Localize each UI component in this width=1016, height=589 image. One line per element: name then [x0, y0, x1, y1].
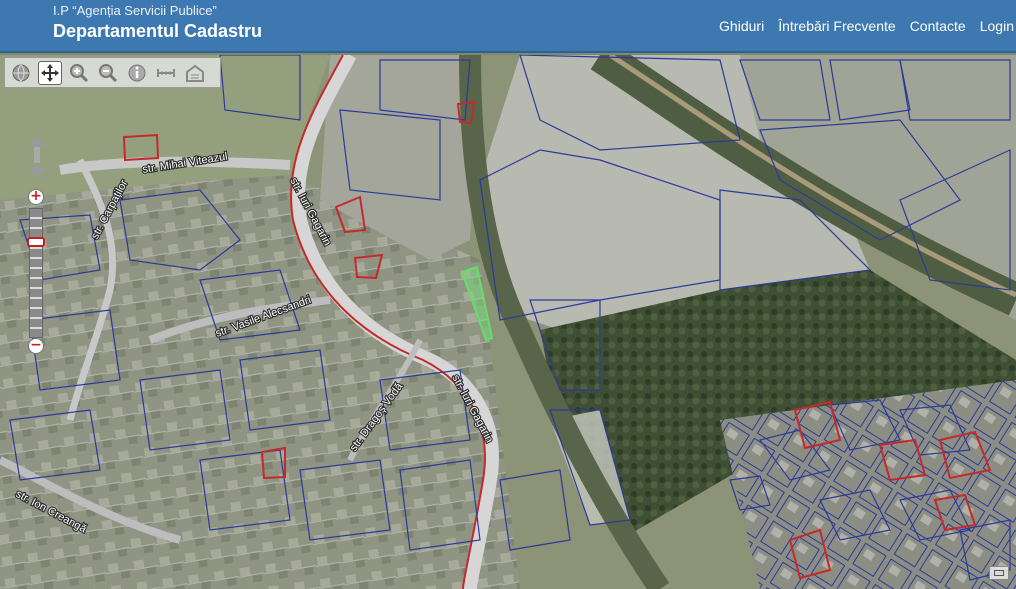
pan-icon[interactable]	[38, 60, 62, 85]
nav-login[interactable]: Login	[980, 18, 1014, 34]
org-name: I.P “Agenția Servicii Publice”	[53, 3, 217, 18]
zoom-bar[interactable]	[29, 208, 43, 338]
overview-icon	[994, 570, 1004, 576]
cadastral-map[interactable]: str. Mihai Viteazul str. Carpaților str.…	[0, 55, 1016, 589]
nav-intrebari-frecvente[interactable]: Întrebări Frecvente	[778, 18, 896, 34]
zoom-control: + −	[26, 189, 46, 355]
nav-contacte[interactable]: Contacte	[910, 18, 966, 34]
measure-icon[interactable]	[154, 61, 178, 85]
overview-map-toggle[interactable]	[989, 566, 1009, 580]
zoom-in-button[interactable]: +	[28, 189, 44, 205]
app-header: I.P “Agenția Servicii Publice” Departame…	[0, 0, 1016, 53]
info-icon[interactable]	[125, 61, 149, 85]
zoom-out-button[interactable]: −	[28, 338, 44, 354]
pan-down-icon[interactable]	[28, 167, 46, 179]
map-canvas: str. Mihai Viteazul str. Carpaților str.…	[0, 55, 1016, 589]
zoom-slider-handle[interactable]	[27, 237, 45, 247]
map-toolbar	[4, 57, 221, 88]
pan-control[interactable]	[26, 133, 48, 181]
top-nav: Ghiduri Întrebări Frecvente Contacte Log…	[719, 18, 1014, 34]
department-title[interactable]: Departamentul Cadastru	[53, 21, 262, 42]
building-icon[interactable]	[183, 61, 207, 85]
pan-up-icon[interactable]	[28, 135, 46, 147]
nav-ghiduri[interactable]: Ghiduri	[719, 18, 764, 34]
globe-icon[interactable]	[9, 61, 33, 85]
zoom-out-icon[interactable]	[96, 61, 120, 85]
zoom-in-icon[interactable]	[67, 61, 91, 85]
